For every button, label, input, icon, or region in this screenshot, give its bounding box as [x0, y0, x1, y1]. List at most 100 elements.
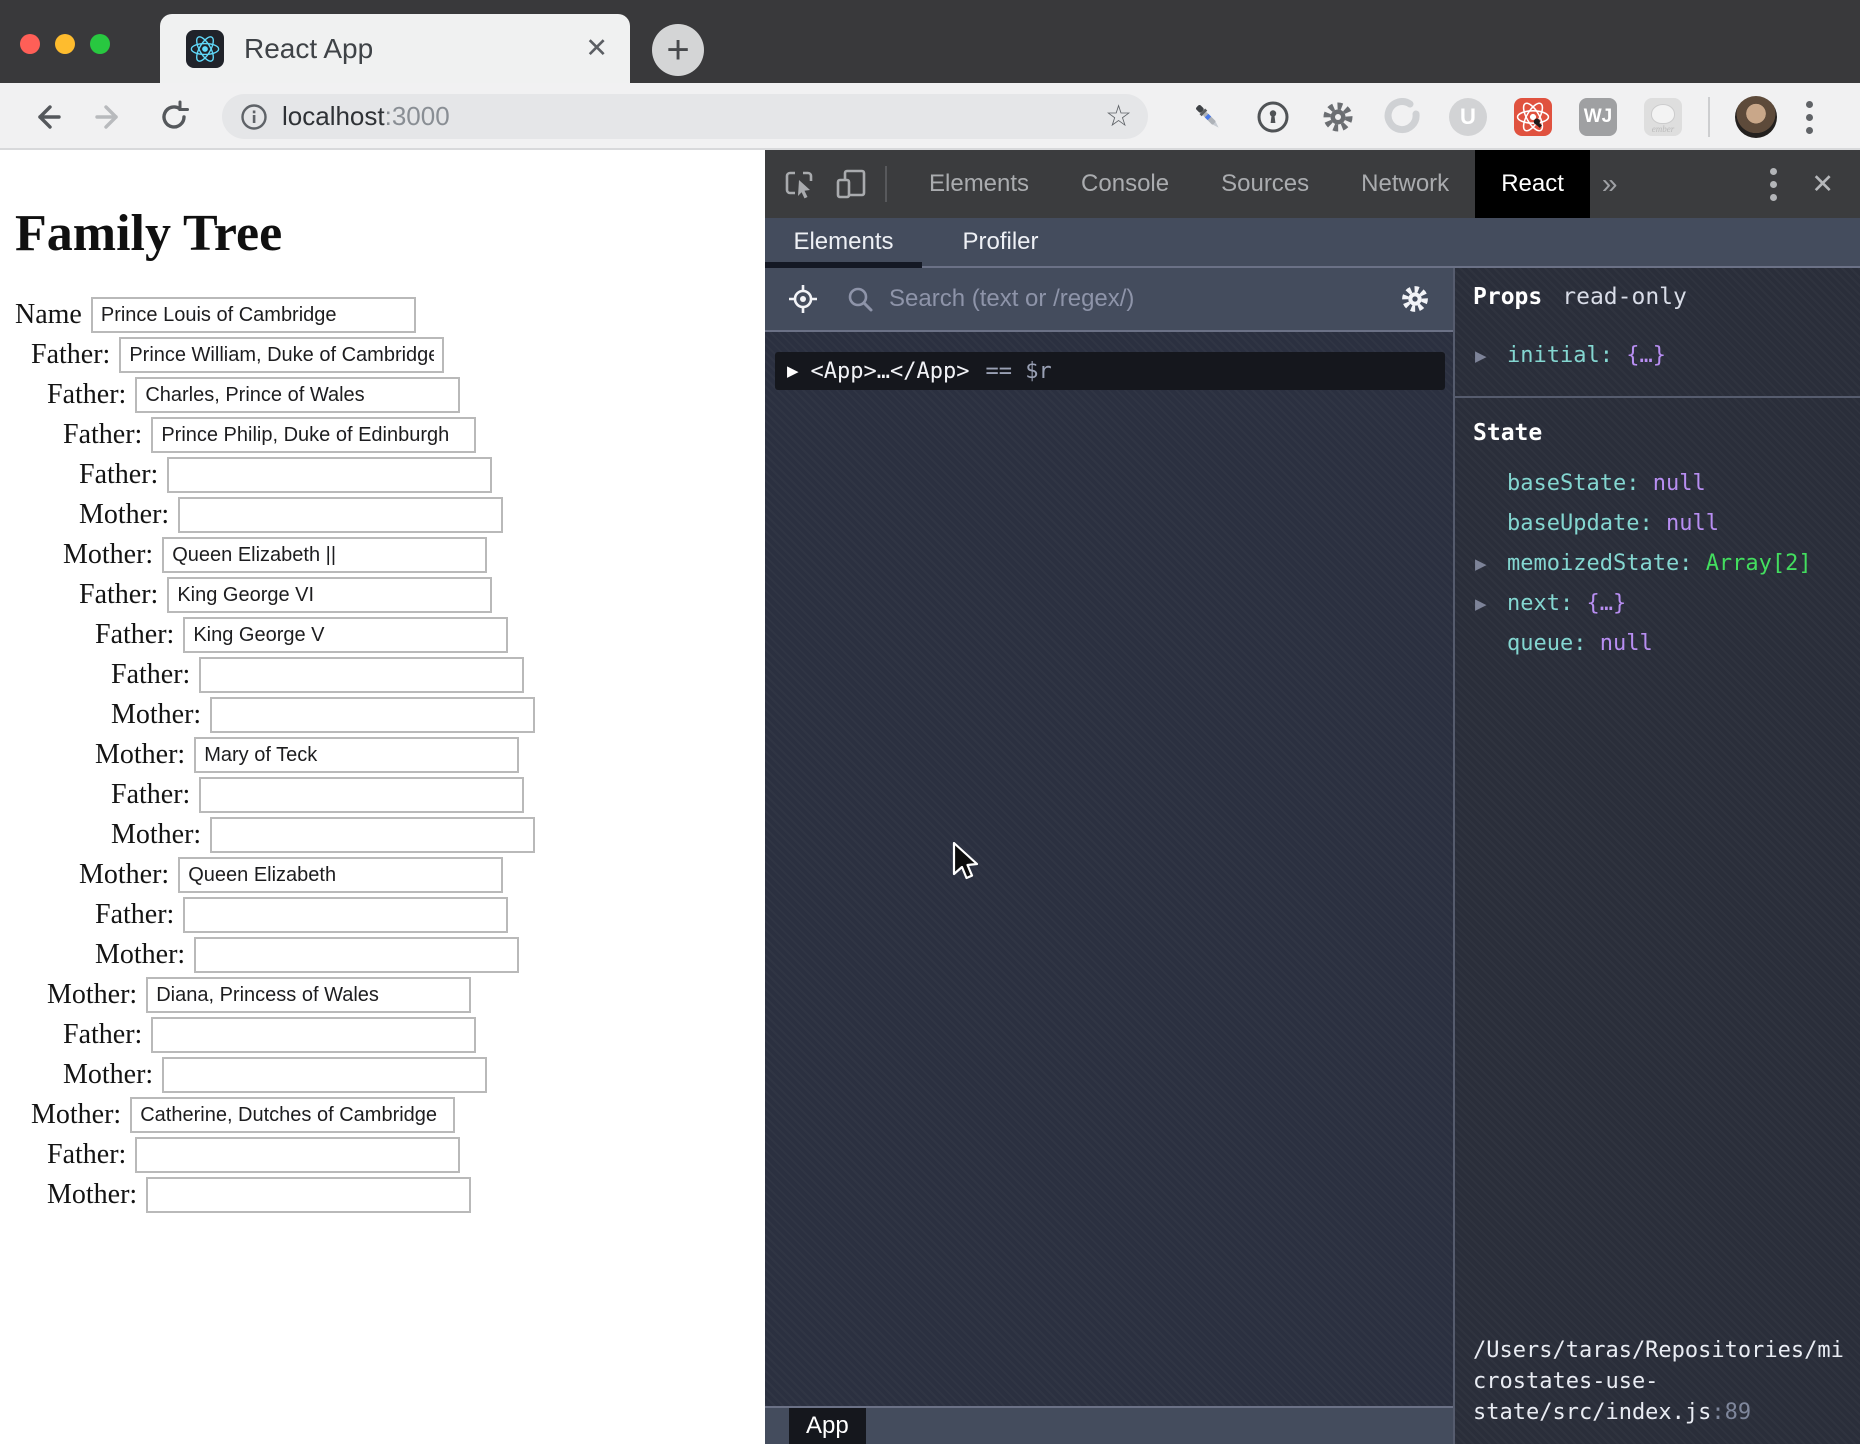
family-tree-row: Mother: [79, 497, 765, 533]
tab-close-icon[interactable]: ✕ [585, 33, 608, 64]
field-label: Mother: [63, 1059, 153, 1091]
family-tree-row: Mother: [95, 737, 765, 773]
ancestor-name-input[interactable] [199, 777, 524, 813]
ancestor-name-input[interactable] [199, 657, 524, 693]
react-devtools-extension-icon[interactable] [1513, 97, 1553, 137]
react-subtab-profiler[interactable]: Profiler [922, 218, 1079, 266]
settings-gear-icon[interactable] [1399, 283, 1431, 315]
field-label: Mother: [111, 699, 201, 731]
devtools-tab-network[interactable]: Network [1335, 150, 1475, 218]
ancestor-name-input[interactable] [91, 297, 416, 333]
tab-strip: React App ✕ + [0, 0, 1860, 83]
new-tab-button[interactable]: + [652, 24, 704, 76]
devtools-close-icon[interactable]: ✕ [1811, 169, 1834, 200]
forward-button[interactable] [90, 97, 130, 137]
ancestor-name-input[interactable] [146, 977, 471, 1013]
eyedropper-extension-icon[interactable] [1188, 97, 1228, 137]
ancestor-name-input[interactable] [210, 697, 535, 733]
more-tabs-icon[interactable]: » [1590, 150, 1630, 218]
expand-arrow-icon[interactable]: ▶ [1475, 336, 1487, 376]
password-manager-extension-icon[interactable] [1253, 97, 1293, 137]
devtools-tab-console[interactable]: Console [1055, 150, 1195, 218]
ancestor-name-input[interactable] [135, 377, 460, 413]
select-element-crosshair-icon[interactable] [787, 283, 819, 315]
ancestor-name-input[interactable] [130, 1097, 455, 1133]
reload-button[interactable] [154, 97, 194, 137]
minimize-window-button[interactable] [55, 34, 75, 54]
expand-arrow-icon[interactable]: ▶ [1475, 584, 1487, 624]
source-location[interactable]: /Users/taras/Repositories/microstates-us… [1455, 1335, 1858, 1444]
bookmark-star-icon[interactable]: ☆ [1105, 102, 1132, 132]
close-window-button[interactable] [20, 34, 40, 54]
devtools-tab-sources[interactable]: Sources [1195, 150, 1335, 218]
family-tree-row: Mother: [79, 857, 765, 893]
family-tree-row: Father: [63, 417, 765, 453]
field-label: Name [15, 299, 82, 331]
field-label: Father: [79, 579, 158, 611]
swirl-extension-icon[interactable] [1383, 97, 1423, 137]
field-label: Father: [47, 1139, 126, 1171]
family-tree-row: Name [15, 297, 765, 333]
inspect-element-icon[interactable] [781, 166, 817, 202]
family-tree-row: Mother: [95, 937, 765, 973]
search-input[interactable] [889, 285, 1399, 313]
back-button[interactable] [26, 97, 66, 137]
u-extension-label: U [1449, 98, 1487, 136]
url-host: localhost [282, 101, 385, 132]
family-tree-row: Father: [95, 617, 765, 653]
react-subtab-elements[interactable]: Elements [765, 218, 922, 266]
selected-component-row[interactable]: ▶ <App>…</App> == $r [775, 352, 1445, 390]
state-list: baseState: nullbaseUpdate: null▶memoized… [1455, 464, 1860, 664]
ancestor-name-input[interactable] [210, 817, 535, 853]
ancestor-name-input[interactable] [151, 417, 476, 453]
ancestor-name-input[interactable] [135, 1137, 460, 1173]
field-label: Mother: [111, 819, 201, 851]
react-favicon-icon [186, 30, 224, 68]
device-toolbar-icon[interactable] [833, 166, 869, 202]
ancestor-name-input[interactable] [194, 937, 519, 973]
u-extension-icon[interactable]: U [1448, 97, 1488, 137]
field-label: Father: [111, 659, 190, 691]
source-line-number: :89 [1711, 1400, 1751, 1425]
ancestor-name-input[interactable] [146, 1177, 471, 1213]
wj-extension-icon[interactable]: WJ [1578, 97, 1618, 137]
ancestor-name-input[interactable] [183, 617, 508, 653]
ancestor-name-input[interactable] [194, 737, 519, 773]
browser-tab[interactable]: React App ✕ [160, 14, 630, 83]
field-label: Mother: [95, 739, 185, 771]
expand-arrow-icon[interactable]: ▶ [1475, 544, 1487, 584]
props-header: Propsread-only [1455, 268, 1860, 312]
kv-next[interactable]: ▶next: {…} [1455, 584, 1860, 624]
kv-memoizedState[interactable]: ▶memoizedState: Array[2] [1455, 544, 1860, 584]
ancestor-name-input[interactable] [151, 1017, 476, 1053]
ancestor-name-input[interactable] [119, 337, 444, 373]
ancestor-name-input[interactable] [167, 577, 492, 613]
address-bar[interactable]: localhost:3000 ☆ [222, 94, 1148, 139]
ancestor-name-input[interactable] [162, 1057, 487, 1093]
bug-gear-extension-icon[interactable] [1318, 97, 1358, 137]
field-label: Mother: [95, 939, 185, 971]
site-info-icon[interactable] [240, 103, 268, 131]
ancestor-name-input[interactable] [167, 457, 492, 493]
breadcrumb-app[interactable]: App [789, 1408, 866, 1444]
devtools-tab-elements[interactable]: Elements [903, 150, 1055, 218]
devtools-tab-react[interactable]: React [1475, 150, 1590, 218]
ancestor-name-input[interactable] [162, 537, 487, 573]
kv-initial[interactable]: ▶initial: {…} [1455, 336, 1860, 376]
ancestor-name-input[interactable] [183, 897, 508, 933]
profile-avatar[interactable] [1735, 96, 1777, 138]
react-devtools-subtabs: ElementsProfiler [765, 218, 1860, 268]
field-label: Mother: [47, 979, 137, 1011]
expand-arrow-icon[interactable]: ▶ [787, 362, 799, 380]
family-tree-row: Mother: [111, 697, 765, 733]
family-tree-row: Father: [31, 337, 765, 373]
ember-extension-icon[interactable]: ember [1643, 97, 1683, 137]
devtools-menu-icon[interactable] [1766, 164, 1781, 205]
browser-menu-icon[interactable] [1802, 97, 1817, 138]
ancestor-name-input[interactable] [178, 497, 503, 533]
fullscreen-window-button[interactable] [90, 34, 110, 54]
ancestor-name-input[interactable] [178, 857, 503, 893]
family-tree-row: Mother: [47, 977, 765, 1013]
kv-queue: queue: null [1455, 624, 1860, 664]
window-controls [20, 34, 110, 54]
